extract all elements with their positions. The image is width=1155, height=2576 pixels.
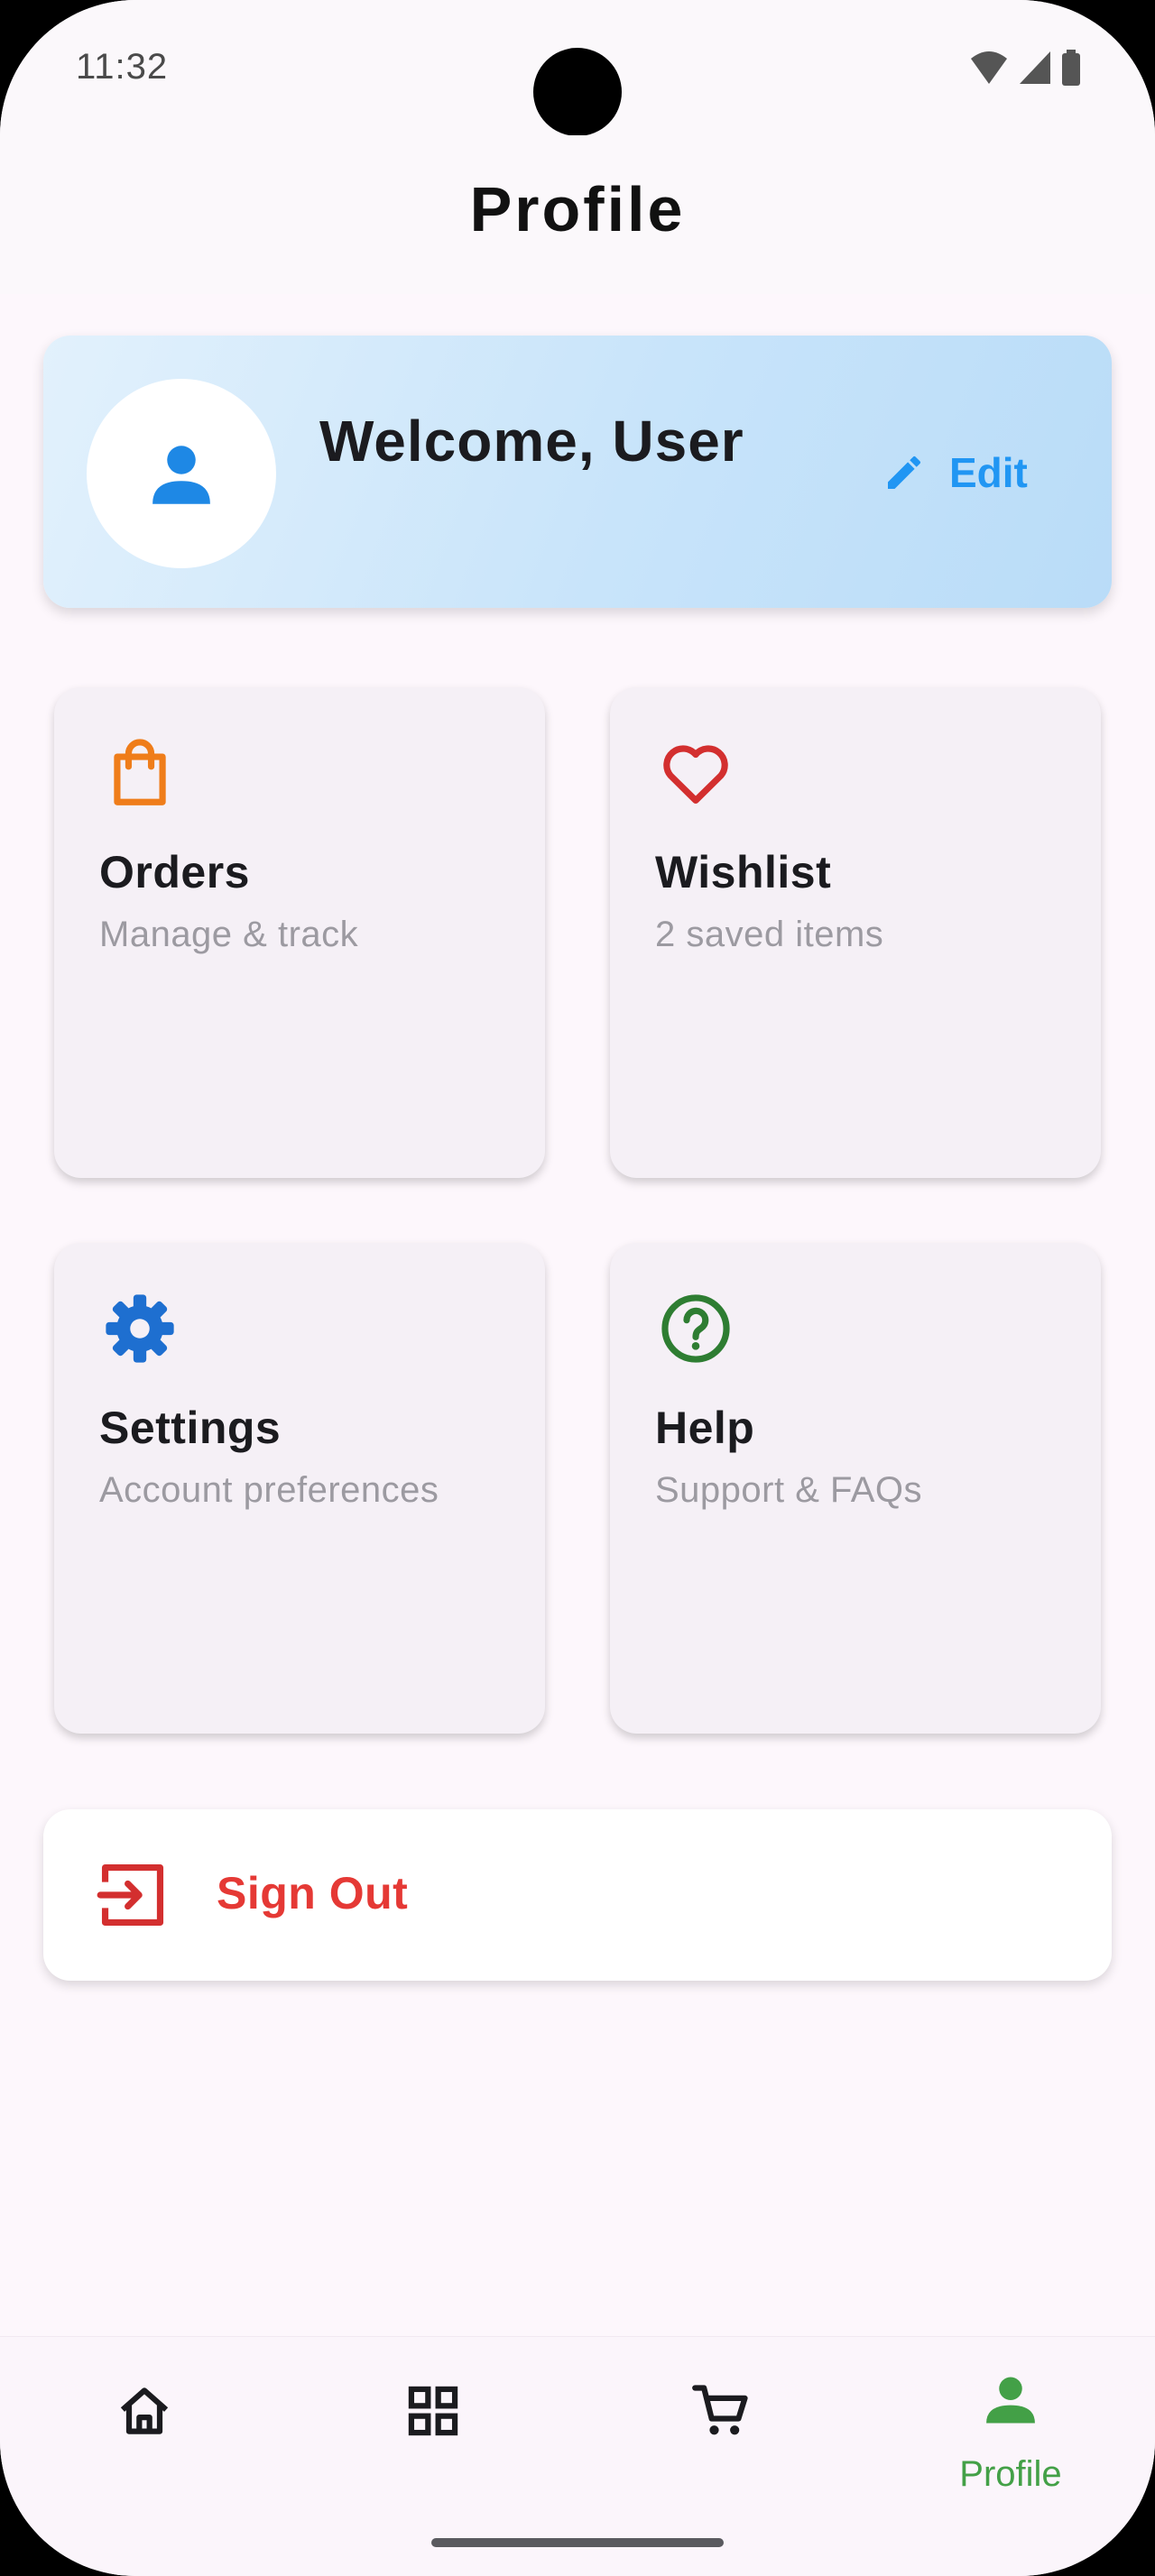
pencil-icon bbox=[888, 455, 920, 489]
grid-icon bbox=[408, 2386, 458, 2436]
phone-screen: 11:32 Profile Welcome, User Edit Orders … bbox=[0, 0, 1155, 2576]
nav-profile[interactable]: Profile bbox=[866, 2337, 1155, 2517]
signal-icon bbox=[1020, 51, 1050, 84]
logout-icon bbox=[97, 1863, 164, 1927]
gear-icon bbox=[106, 1294, 174, 1363]
home-indicator bbox=[431, 2538, 724, 2547]
tile-subtitle: Manage & track bbox=[99, 915, 359, 954]
settings-tile[interactable]: Settings Account preferences bbox=[54, 1243, 545, 1734]
home-icon bbox=[120, 2387, 169, 2434]
person-icon bbox=[986, 2377, 1035, 2424]
welcome-card: Welcome, User Edit bbox=[43, 336, 1112, 608]
help-circle-icon bbox=[661, 1294, 730, 1363]
nav-categories[interactable] bbox=[289, 2337, 578, 2517]
wifi-icon bbox=[971, 51, 1007, 84]
tile-title: Settings bbox=[99, 1403, 282, 1453]
nav-home[interactable] bbox=[0, 2337, 289, 2517]
tile-subtitle: Support & FAQs bbox=[655, 1470, 923, 1510]
app-bar: Profile bbox=[0, 135, 1155, 294]
cart-icon bbox=[692, 2385, 748, 2435]
help-tile[interactable]: Help Support & FAQs bbox=[610, 1243, 1101, 1734]
person-icon bbox=[152, 446, 210, 504]
nav-label-profile: Profile bbox=[959, 2454, 1062, 2494]
status-bar: 11:32 bbox=[0, 0, 1155, 136]
status-icons bbox=[969, 50, 1081, 86]
page-title: Profile bbox=[469, 174, 686, 244]
welcome-text: Welcome, User bbox=[319, 409, 744, 474]
tile-title: Help bbox=[655, 1403, 755, 1453]
tile-subtitle: Account preferences bbox=[99, 1470, 439, 1510]
sign-out-button[interactable]: Sign Out bbox=[43, 1809, 1112, 1981]
edit-profile-button[interactable]: Edit bbox=[882, 437, 1028, 509]
battery-icon bbox=[1062, 50, 1080, 86]
heart-icon bbox=[663, 745, 728, 805]
edit-label: Edit bbox=[949, 449, 1028, 496]
tile-title: Wishlist bbox=[655, 847, 832, 897]
sign-out-label: Sign Out bbox=[217, 1868, 409, 1918]
nav-cart[interactable] bbox=[578, 2337, 866, 2517]
shopping-bag-icon bbox=[114, 739, 166, 805]
avatar bbox=[87, 379, 276, 568]
tile-title: Orders bbox=[99, 847, 250, 897]
wishlist-tile[interactable]: Wishlist 2 saved items bbox=[610, 687, 1101, 1178]
status-time: 11:32 bbox=[76, 47, 169, 87]
camera-cutout bbox=[533, 48, 622, 136]
orders-tile[interactable]: Orders Manage & track bbox=[54, 687, 545, 1178]
tile-subtitle: 2 saved items bbox=[655, 915, 884, 954]
